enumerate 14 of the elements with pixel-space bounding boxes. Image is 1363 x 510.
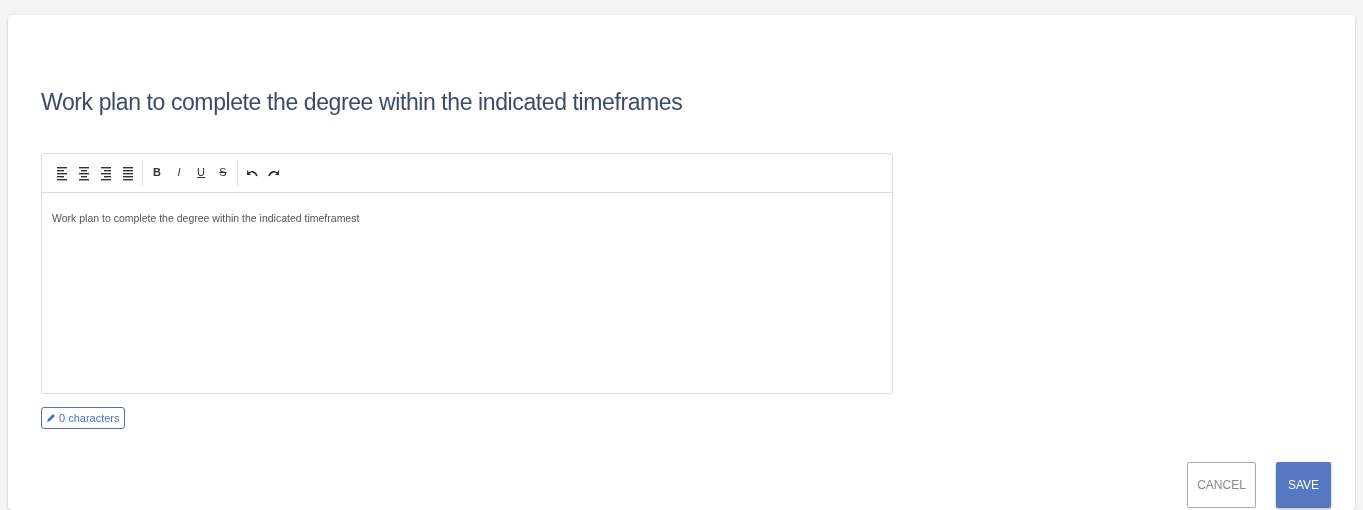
cancel-button[interactable]: CANCEL — [1187, 462, 1256, 508]
strike-button[interactable]: S — [213, 162, 233, 183]
align-left-icon — [55, 164, 69, 181]
italic-button[interactable]: I — [169, 162, 189, 183]
counter-text: 0 characters — [59, 410, 120, 426]
save-button[interactable]: SAVE — [1276, 462, 1331, 508]
underline-button[interactable]: U — [191, 162, 211, 183]
section-title: Work plan to complete the degree within the indicated timeframes — [41, 89, 684, 117]
pencil-icon — [46, 412, 56, 423]
align-center-icon — [77, 164, 91, 181]
bold-button[interactable]: B — [147, 162, 167, 183]
editor-field[interactable]: Work plan to complete the degree within the indicated timeframest — [42, 192, 892, 393]
justify-icon — [121, 164, 135, 181]
align-right-icon — [99, 164, 113, 181]
